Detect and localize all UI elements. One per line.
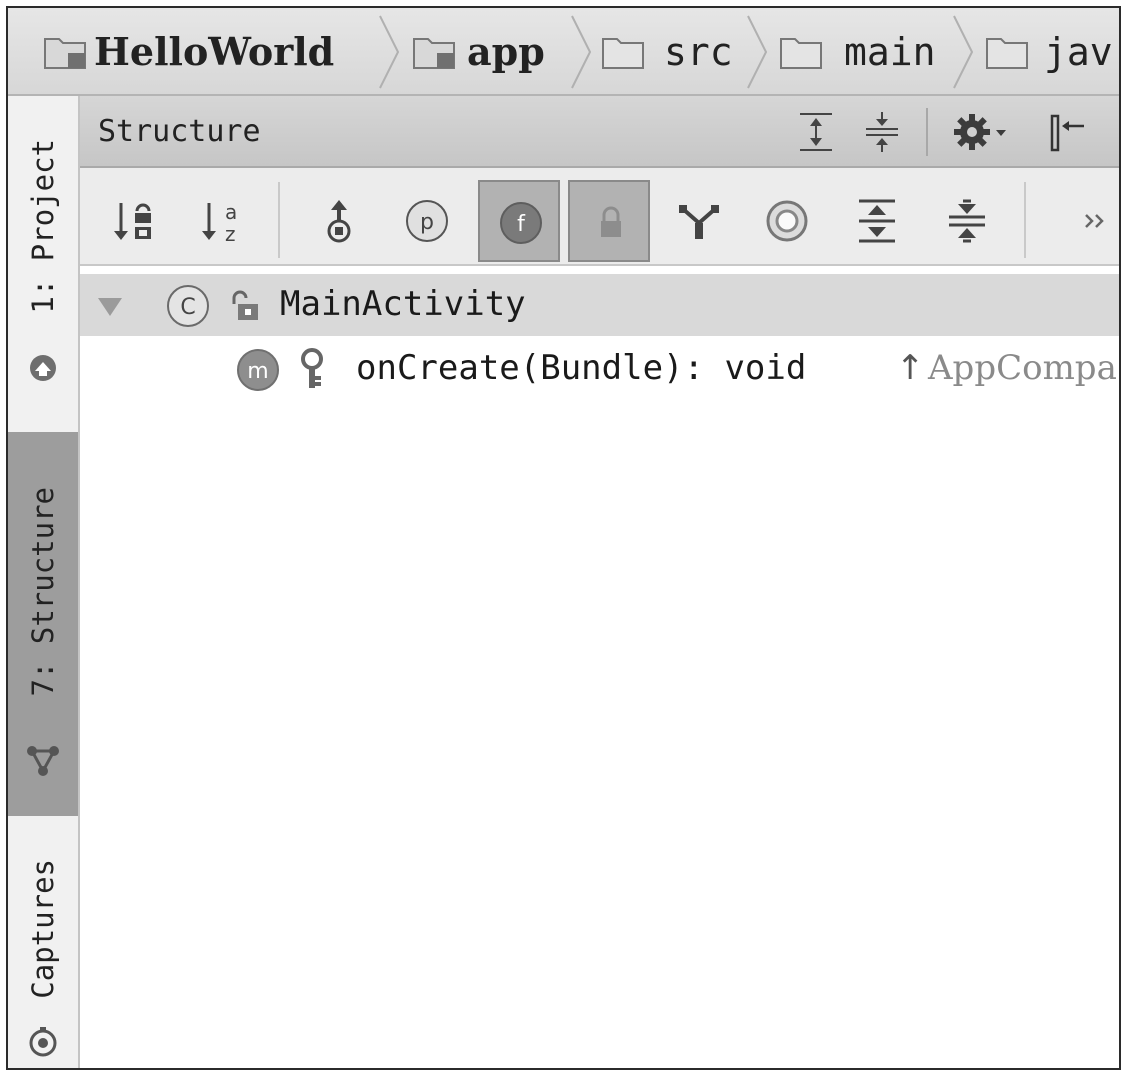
tab-structure[interactable]: 7: Structure <box>8 432 78 816</box>
tree-node-class[interactable]: C MainActivity <box>80 274 1119 336</box>
show-properties-icon: p <box>406 200 448 242</box>
class-name: MainActivity <box>280 284 526 324</box>
structure-icon <box>27 746 59 776</box>
collapse-all-icon <box>949 199 985 243</box>
chevron-right-icon <box>953 15 974 89</box>
tab-captures-label: Captures <box>26 859 60 999</box>
tree-node-method[interactable]: m onCreate(Bundle): void ↑ AppCompa <box>80 338 1119 400</box>
show-inherited-icon <box>327 200 351 243</box>
breadcrumb-label: app <box>467 29 545 74</box>
breadcrumb-label: jav <box>1044 30 1113 74</box>
autoscroll-button[interactable] <box>746 180 828 262</box>
breadcrumb: HelloWorld app src main jav <box>8 8 1119 96</box>
inherited-arrow-icon: ↑ <box>896 348 925 388</box>
tab-project-label: 1: Project <box>26 138 60 314</box>
toolbar-separator <box>1024 182 1026 258</box>
sort-alphabetically-icon: a z <box>202 200 237 245</box>
folder-icon <box>602 38 644 69</box>
structure-tree: C MainActivity m onCreate(Bundle): void … <box>80 266 1119 1068</box>
show-fields-icon: f <box>500 202 542 244</box>
tool-window-stripe: 1: Project 7: Structure Captures <box>8 96 80 1068</box>
header-separator <box>926 108 928 156</box>
folder-icon <box>780 38 822 69</box>
show-properties-button[interactable]: p <box>386 180 468 262</box>
collapse-all-icon[interactable] <box>860 110 904 154</box>
structure-toolbar: a z p f <box>80 168 1119 266</box>
sort-by-visibility-button[interactable] <box>94 180 176 262</box>
panel-title: Structure <box>98 114 261 149</box>
toolbar-separator <box>278 182 280 258</box>
protected-key-icon <box>301 348 323 388</box>
triangle-down-icon[interactable] <box>96 296 124 318</box>
inherited-from-class: AppCompa <box>928 348 1117 388</box>
collapse-all-button[interactable] <box>926 180 1008 262</box>
method-badge: m <box>247 359 268 384</box>
breadcrumb-label: main <box>844 30 936 74</box>
breadcrumb-label: HelloWorld <box>94 29 335 74</box>
expand-all-icon[interactable] <box>794 110 838 154</box>
sort-alphabetically-button[interactable]: a z <box>182 180 264 262</box>
class-badge: C <box>180 295 195 320</box>
autoscroll-icon <box>766 200 808 242</box>
more-toolbar-button[interactable] <box>1066 180 1119 262</box>
tab-project[interactable]: 1: Project <box>8 96 78 426</box>
show-fields-button[interactable]: f <box>478 180 560 262</box>
lock-icon <box>601 206 621 237</box>
project-icon <box>30 355 56 381</box>
svg-text:a: a <box>225 200 237 224</box>
show-non-public-button[interactable] <box>568 180 650 262</box>
module-folder-icon <box>413 38 455 69</box>
breadcrumb-label: src <box>664 30 733 74</box>
gear-icon[interactable] <box>952 110 1012 154</box>
ide-window: HelloWorld app src main jav 1: Project 7… <box>6 6 1121 1070</box>
chevron-right-icon <box>379 15 400 89</box>
class-icon: C <box>167 285 209 327</box>
folder-icon <box>986 38 1028 69</box>
tab-captures[interactable]: Captures <box>8 836 78 1068</box>
chevron-right-icon <box>571 15 592 89</box>
tab-structure-label: 7: Structure <box>26 487 60 697</box>
captures-icon <box>29 1027 57 1057</box>
more-icon <box>1085 214 1104 228</box>
svg-text:p: p <box>420 210 434 235</box>
expand-all-icon <box>859 199 895 243</box>
method-icon: m <box>237 349 279 391</box>
hide-panel-icon[interactable] <box>1046 110 1090 154</box>
svg-text:z: z <box>225 222 236 245</box>
show-lambdas-button[interactable] <box>658 180 740 262</box>
method-signature: onCreate(Bundle): void <box>356 348 807 388</box>
public-unlock-icon <box>232 290 258 320</box>
expand-all-button[interactable] <box>836 180 918 262</box>
structure-panel-header: Structure <box>80 96 1119 168</box>
sort-by-visibility-icon <box>114 203 151 240</box>
svg-text:f: f <box>517 212 526 237</box>
show-lambdas-icon <box>679 205 719 239</box>
chevron-right-icon <box>747 15 768 89</box>
show-inherited-button[interactable] <box>298 180 380 262</box>
project-folder-icon <box>44 38 86 69</box>
